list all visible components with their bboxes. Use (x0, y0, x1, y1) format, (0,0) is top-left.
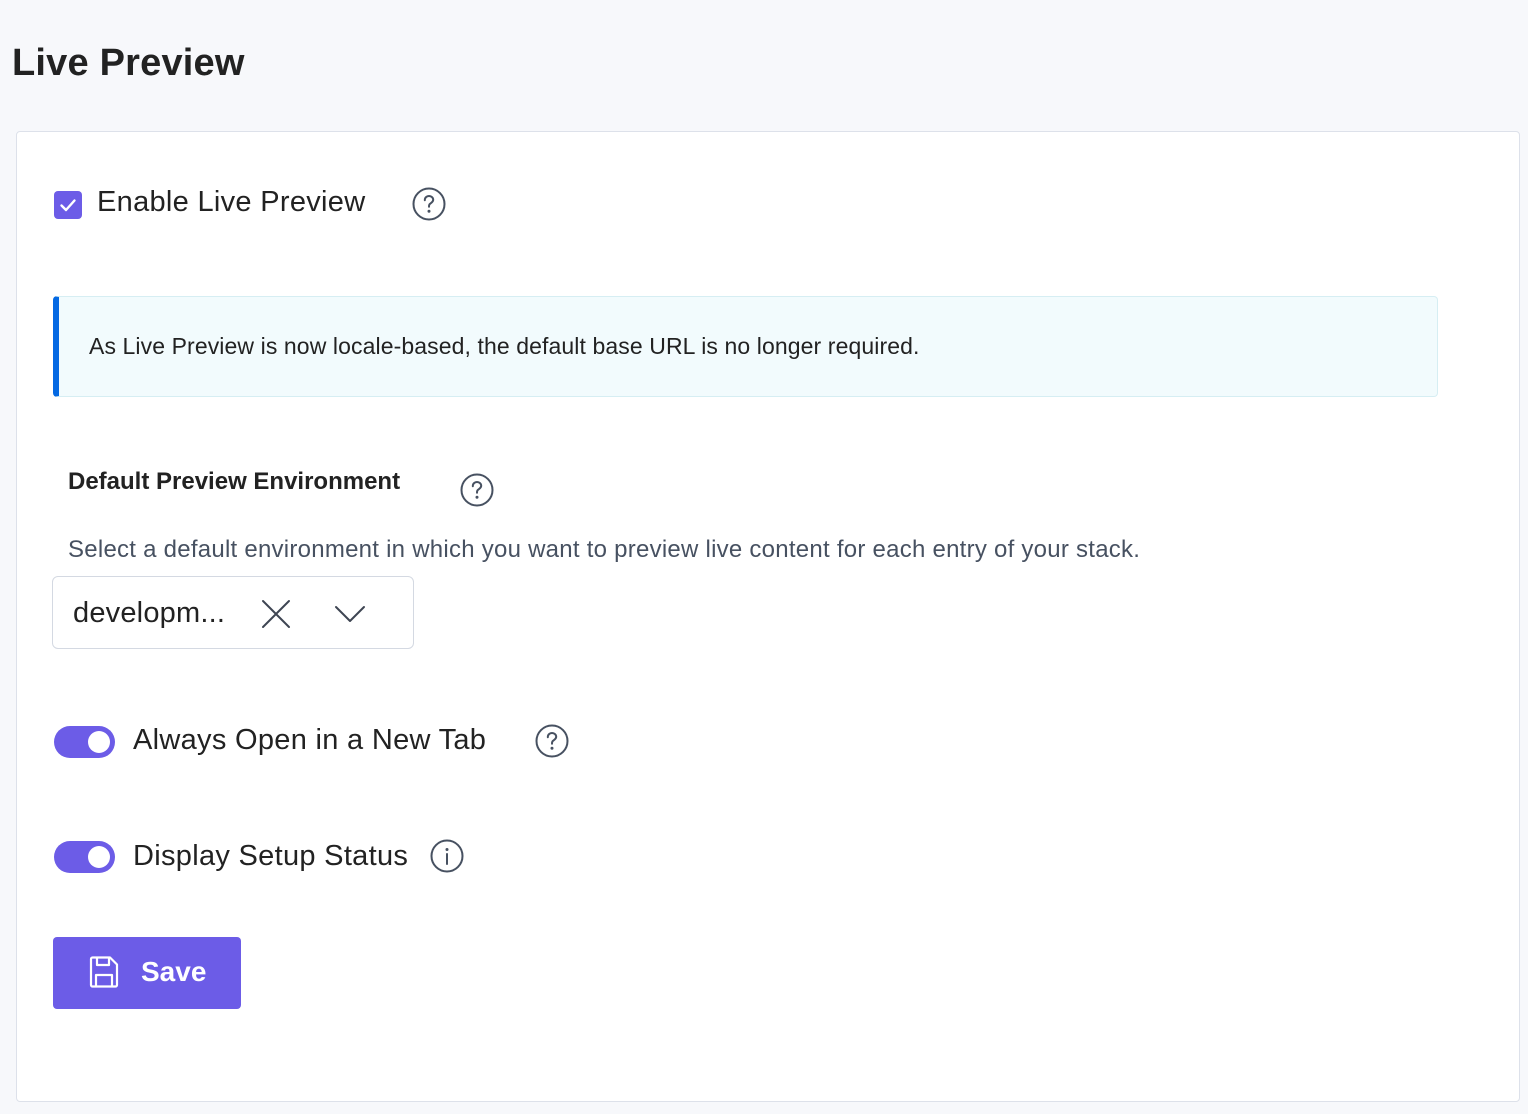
chevron-down-icon[interactable] (333, 601, 367, 627)
close-icon[interactable] (261, 599, 291, 629)
display-setup-status-label: Display Setup Status (133, 840, 409, 872)
environment-select[interactable]: developm... (52, 576, 414, 649)
info-banner: As Live Preview is now locale-based, the… (53, 296, 1438, 397)
enable-live-preview-checkbox[interactable] (54, 191, 82, 219)
always-open-new-tab-toggle[interactable] (54, 726, 115, 758)
page-title: Live Preview (12, 42, 245, 84)
toggle-knob (88, 846, 110, 868)
save-button[interactable]: Save (53, 937, 241, 1009)
default-preview-environment-label: Default Preview Environment (68, 468, 401, 495)
enable-live-preview-label[interactable]: Enable Live Preview (97, 186, 365, 219)
question-circle-icon[interactable] (460, 473, 494, 507)
info-banner-text: As Live Preview is now locale-based, the… (89, 333, 920, 359)
checkmark-icon (60, 199, 76, 212)
live-preview-settings-card: Enable Live Preview As Live Preview is n… (16, 131, 1520, 1102)
save-button-label: Save (141, 956, 207, 987)
question-circle-icon[interactable] (412, 187, 446, 221)
display-setup-status-toggle[interactable] (54, 841, 115, 873)
always-open-new-tab-label: Always Open in a New Tab (133, 724, 487, 756)
environment-select-value: developm... (73, 597, 226, 629)
question-circle-icon[interactable] (535, 724, 569, 758)
default-preview-environment-description: Select a default environment in which yo… (68, 536, 1141, 563)
info-circle-icon[interactable] (430, 839, 464, 873)
toggle-knob (88, 731, 110, 753)
floppy-disk-icon (88, 955, 120, 989)
